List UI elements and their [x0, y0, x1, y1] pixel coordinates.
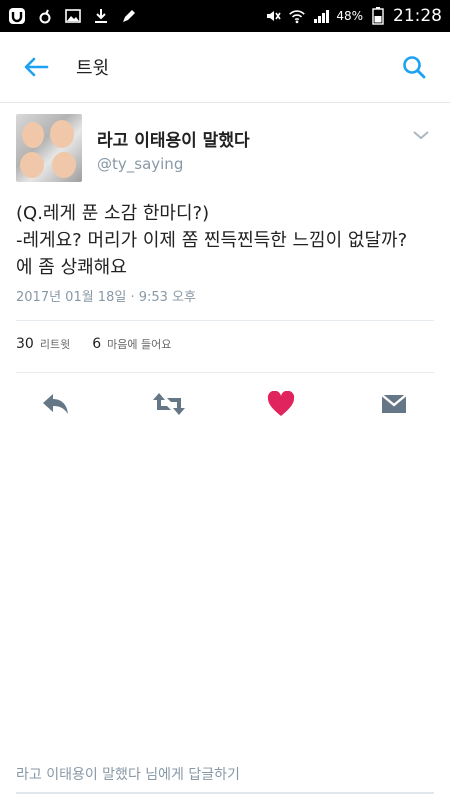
chevron-down-icon [413, 131, 429, 140]
tweet-text-line: (Q.레게 푼 소감 한마디?) [16, 203, 210, 224]
status-right-icons: 48% 21:28 [264, 6, 450, 26]
reply-input[interactable]: 라고 이태용이 말했다 님에게 답글하기 [16, 764, 434, 784]
author-block[interactable]: 라고 이태용이 말했다 @ty_saying [97, 126, 250, 173]
divider [16, 372, 434, 373]
retweets-label[interactable]: 리트윗 [40, 336, 70, 352]
heart-icon [267, 391, 295, 416]
search-button[interactable] [394, 47, 434, 87]
avatar-face-4 [52, 152, 76, 178]
likes-count[interactable]: 6 [92, 336, 101, 352]
image-icon [64, 7, 82, 25]
tweet-text: (Q.레게 푼 소감 한마디?) -레게요? 머리가 이제 쫌 찐득찐득한 느낌… [16, 200, 436, 281]
wifi-icon [288, 7, 306, 25]
author-handle[interactable]: @ty_saying [97, 155, 250, 173]
avatar-face-3 [20, 152, 44, 178]
status-left-icons [0, 7, 138, 25]
reply-composer[interactable]: 라고 이태용이 말했다 님에게 답글하기 [16, 764, 434, 794]
tweet-stats: 30 리트윗 6 마음에 들어요 [16, 336, 171, 352]
signal-icon [312, 7, 330, 25]
page-title: 트윗 [76, 58, 110, 79]
retweet-button[interactable] [149, 384, 189, 424]
reply-input-underline [16, 792, 434, 794]
arrow-left-icon [24, 57, 49, 77]
app-bar: 트윗 [0, 32, 450, 103]
back-button[interactable] [16, 47, 56, 87]
retweet-icon [153, 393, 185, 415]
avatar-face-1 [22, 122, 44, 148]
avatar[interactable] [16, 114, 82, 182]
battery-percent: 48% [336, 9, 363, 23]
battery-icon [369, 7, 387, 25]
tweet-timestamp: 2017년 01월 18일 · 9:53 오후 [16, 290, 196, 305]
divider [16, 320, 434, 321]
reply-button[interactable] [36, 384, 76, 424]
like-button[interactable] [261, 384, 301, 424]
envelope-icon [381, 394, 407, 413]
retweets-count[interactable]: 30 [16, 336, 34, 352]
status-bar: 48% 21:28 [0, 0, 450, 32]
ucloud-icon [8, 7, 26, 25]
tweet-actions [0, 384, 450, 424]
status-time: 21:28 [393, 6, 442, 26]
avatar-face-2 [50, 120, 74, 148]
female-icon [36, 7, 54, 25]
pen-icon [120, 7, 138, 25]
download-icon [92, 7, 110, 25]
tweet-text-line: 에 좀 상쾌해요 [16, 257, 127, 278]
mute-icon [264, 7, 282, 25]
likes-label[interactable]: 마음에 들어요 [107, 336, 171, 352]
author-display-name[interactable]: 라고 이태용이 말했다 [97, 126, 250, 151]
more-options-button[interactable] [410, 124, 432, 146]
search-icon [403, 56, 426, 79]
tweet-text-line: -레게요? 머리가 이제 쫌 찐득찐득한 느낌이 없달까? [16, 230, 408, 251]
reply-icon [43, 394, 68, 414]
direct-message-button[interactable] [374, 384, 414, 424]
